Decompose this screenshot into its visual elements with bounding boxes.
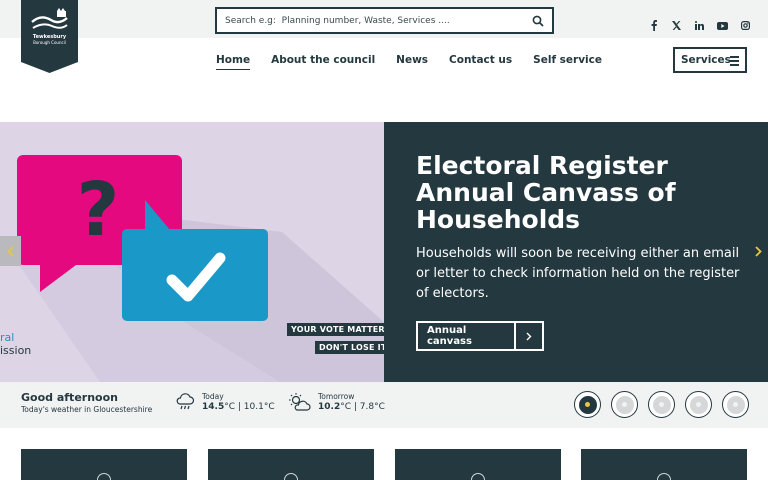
hero-panel: Electoral Register Annual Canvass of Hou…: [384, 122, 768, 382]
search-button[interactable]: [524, 9, 552, 32]
search-input[interactable]: [217, 9, 524, 32]
linkedin-icon: [695, 21, 704, 30]
social-links: [648, 20, 751, 31]
hero-description: Households will soon be receiving either…: [416, 246, 740, 301]
carousel-next-button[interactable]: [748, 236, 768, 266]
council-logo[interactable]: Tewkesbury Borough Council: [21, 0, 78, 73]
carousel-dot-1[interactable]: [574, 391, 601, 418]
carousel-indicators: [574, 391, 749, 418]
vote-matters-label: YOUR VOTE MATTERS: [287, 323, 384, 336]
search-icon: [532, 15, 544, 27]
main-nav: Home About the council News Contact us S…: [216, 54, 623, 70]
hero-banner: ? YOUR VOTE MATTERS DON'T LOSE IT ral is…: [0, 122, 768, 382]
nav-self-service[interactable]: Self service: [533, 54, 602, 70]
hero-title: Electoral Register Annual Canvass of Hou…: [416, 151, 676, 234]
tile-icon: [97, 473, 111, 480]
hero-image: ? YOUR VOTE MATTERS DON'T LOSE IT ral is…: [0, 122, 384, 382]
tile-icon: [657, 473, 671, 480]
youtube-icon: [717, 21, 728, 30]
instagram-link[interactable]: [740, 20, 751, 31]
service-tile-3[interactable]: [395, 449, 561, 480]
annual-canvass-button[interactable]: Annual canvass: [416, 321, 544, 351]
chevron-left-icon: [7, 245, 14, 257]
chevron-right-icon: [754, 245, 762, 257]
facebook-icon: [651, 20, 657, 31]
nav-about-the-council[interactable]: About the council: [271, 54, 375, 70]
x-link[interactable]: [671, 20, 682, 31]
hamburger-icon: [730, 56, 739, 68]
today-label: Today: [202, 392, 224, 401]
facebook-link[interactable]: [648, 20, 659, 31]
commission-text: ral ission: [0, 331, 32, 357]
youtube-link[interactable]: [717, 20, 728, 31]
chevron-right-icon: [514, 323, 542, 349]
logo-text: Tewkesbury Borough Council: [32, 34, 67, 45]
nav-home[interactable]: Home: [216, 54, 251, 70]
service-tile-1[interactable]: [21, 449, 187, 480]
today-temperature: 14.5°C | 10.1°C: [202, 402, 275, 412]
sun-cloud-icon: [289, 393, 311, 411]
tomorrow-label: Tomorrow: [318, 392, 355, 401]
carousel-dot-2[interactable]: [611, 391, 638, 418]
services-menu-button[interactable]: Services: [673, 47, 747, 73]
greeting-block: Good afternoon Today's weather in Glouce…: [21, 391, 152, 414]
tile-icon: [284, 473, 298, 480]
linkedin-link[interactable]: [694, 20, 705, 31]
search-box: [215, 7, 554, 34]
instagram-icon: [741, 21, 750, 30]
tomorrow-temperature: 10.2°C | 7.8°C: [318, 402, 385, 412]
carousel-dot-4[interactable]: [685, 391, 712, 418]
nav-contact-us[interactable]: Contact us: [449, 54, 512, 70]
service-tile-2[interactable]: [208, 449, 374, 480]
dont-lose-it-label: DON'T LOSE IT: [315, 341, 384, 354]
rain-cloud-icon: [176, 393, 195, 410]
tile-icon: [471, 473, 485, 480]
annual-canvass-label: Annual canvass: [427, 325, 472, 347]
carousel-prev-button[interactable]: [0, 236, 21, 266]
service-tile-4[interactable]: [581, 449, 747, 480]
carousel-dot-5[interactable]: [722, 391, 749, 418]
weather-location: Today's weather in Gloucestershire: [21, 405, 153, 414]
greeting-heading: Good afternoon: [21, 391, 118, 404]
weather-today: Today 14.5°C | 10.1°C: [175, 392, 275, 412]
nav-news[interactable]: News: [396, 54, 428, 70]
services-label: Services: [681, 54, 731, 66]
x-icon: [672, 21, 681, 30]
svg-text:?: ?: [77, 167, 120, 253]
carousel-dot-3[interactable]: [648, 391, 675, 418]
weather-tomorrow: Tomorrow 10.2°C | 7.8°C: [287, 392, 385, 412]
